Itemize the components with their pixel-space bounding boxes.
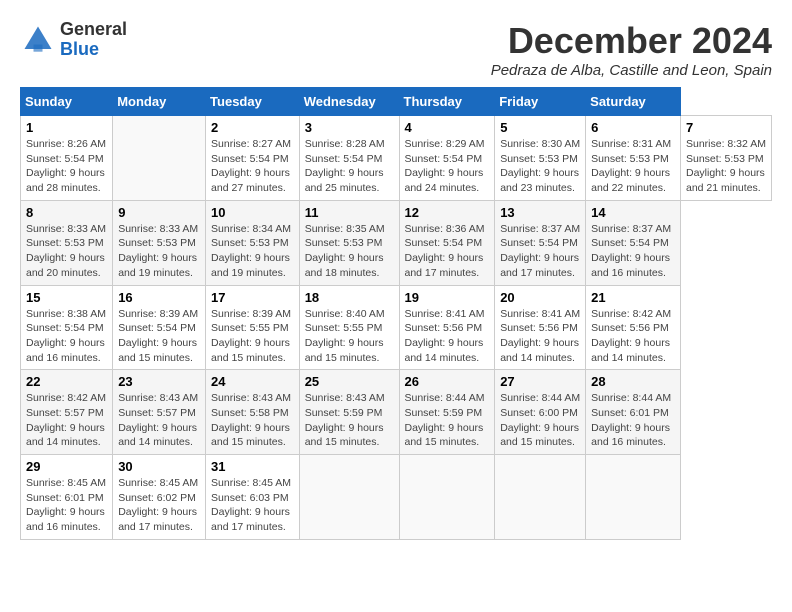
day-4: 4Sunrise: 8:29 AMSunset: 5:54 PMDaylight… xyxy=(399,116,495,201)
day-26: 26Sunrise: 8:44 AMSunset: 5:59 PMDayligh… xyxy=(399,370,495,455)
day-28: 28Sunrise: 8:44 AMSunset: 6:01 PMDayligh… xyxy=(586,370,681,455)
header-wednesday: Wednesday xyxy=(299,88,399,116)
logo-icon xyxy=(20,22,56,58)
day-20: 20Sunrise: 8:41 AMSunset: 5:56 PMDayligh… xyxy=(495,285,586,370)
day-15: 15Sunrise: 8:38 AMSunset: 5:54 PMDayligh… xyxy=(21,285,113,370)
day-3: 3Sunrise: 8:28 AMSunset: 5:54 PMDaylight… xyxy=(299,116,399,201)
day-18: 18Sunrise: 8:40 AMSunset: 5:55 PMDayligh… xyxy=(299,285,399,370)
day-27: 27Sunrise: 8:44 AMSunset: 6:00 PMDayligh… xyxy=(495,370,586,455)
day-31: 31Sunrise: 8:45 AMSunset: 6:03 PMDayligh… xyxy=(206,455,300,540)
header-saturday: Saturday xyxy=(586,88,681,116)
title-area: December 2024 Pedraza de Alba, Castille … xyxy=(491,20,772,79)
logo-blue-text: Blue xyxy=(60,40,127,60)
header-monday: Monday xyxy=(113,88,206,116)
day-25: 25Sunrise: 8:43 AMSunset: 5:59 PMDayligh… xyxy=(299,370,399,455)
day-2: 2Sunrise: 8:27 AMSunset: 5:54 PMDaylight… xyxy=(206,116,300,201)
empty-day xyxy=(399,455,495,540)
calendar-week-4: 22Sunrise: 8:42 AMSunset: 5:57 PMDayligh… xyxy=(21,370,772,455)
month-title: December 2024 xyxy=(491,20,772,62)
page-header: General Blue December 2024 Pedraza de Al… xyxy=(20,20,772,79)
calendar-week-3: 15Sunrise: 8:38 AMSunset: 5:54 PMDayligh… xyxy=(21,285,772,370)
empty-day xyxy=(586,455,681,540)
calendar-header-row: Sunday Monday Tuesday Wednesday Thursday… xyxy=(21,88,772,116)
empty-day xyxy=(299,455,399,540)
day-24: 24Sunrise: 8:43 AMSunset: 5:58 PMDayligh… xyxy=(206,370,300,455)
location-title: Pedraza de Alba, Castille and Leon, Spai… xyxy=(491,62,772,79)
day-7: 7Sunrise: 8:32 AMSunset: 5:53 PMDaylight… xyxy=(680,116,771,201)
calendar-week-1: 1Sunrise: 8:26 AMSunset: 5:54 PMDaylight… xyxy=(21,116,772,201)
day-1: 1Sunrise: 8:26 AMSunset: 5:54 PMDaylight… xyxy=(21,116,113,201)
day-22: 22Sunrise: 8:42 AMSunset: 5:57 PMDayligh… xyxy=(21,370,113,455)
header-tuesday: Tuesday xyxy=(206,88,300,116)
empty-day xyxy=(495,455,586,540)
day-8: 8Sunrise: 8:33 AMSunset: 5:53 PMDaylight… xyxy=(21,200,113,285)
header-sunday: Sunday xyxy=(21,88,113,116)
day-11: 11Sunrise: 8:35 AMSunset: 5:53 PMDayligh… xyxy=(299,200,399,285)
day-21: 21Sunrise: 8:42 AMSunset: 5:56 PMDayligh… xyxy=(586,285,681,370)
day-16: 16Sunrise: 8:39 AMSunset: 5:54 PMDayligh… xyxy=(113,285,206,370)
day-6: 6Sunrise: 8:31 AMSunset: 5:53 PMDaylight… xyxy=(586,116,681,201)
day-12: 12Sunrise: 8:36 AMSunset: 5:54 PMDayligh… xyxy=(399,200,495,285)
day-29: 29Sunrise: 8:45 AMSunset: 6:01 PMDayligh… xyxy=(21,455,113,540)
header-thursday: Thursday xyxy=(399,88,495,116)
logo: General Blue xyxy=(20,20,127,60)
logo-general-text: General xyxy=(60,20,127,40)
day-10: 10Sunrise: 8:34 AMSunset: 5:53 PMDayligh… xyxy=(206,200,300,285)
day-30: 30Sunrise: 8:45 AMSunset: 6:02 PMDayligh… xyxy=(113,455,206,540)
day-17: 17Sunrise: 8:39 AMSunset: 5:55 PMDayligh… xyxy=(206,285,300,370)
day-14: 14Sunrise: 8:37 AMSunset: 5:54 PMDayligh… xyxy=(586,200,681,285)
day-19: 19Sunrise: 8:41 AMSunset: 5:56 PMDayligh… xyxy=(399,285,495,370)
day-9: 9Sunrise: 8:33 AMSunset: 5:53 PMDaylight… xyxy=(113,200,206,285)
day-5: 5Sunrise: 8:30 AMSunset: 5:53 PMDaylight… xyxy=(495,116,586,201)
header-friday: Friday xyxy=(495,88,586,116)
calendar-week-5: 29Sunrise: 8:45 AMSunset: 6:01 PMDayligh… xyxy=(21,455,772,540)
day-empty xyxy=(113,116,206,201)
calendar-table: Sunday Monday Tuesday Wednesday Thursday… xyxy=(20,87,772,540)
day-23: 23Sunrise: 8:43 AMSunset: 5:57 PMDayligh… xyxy=(113,370,206,455)
day-13: 13Sunrise: 8:37 AMSunset: 5:54 PMDayligh… xyxy=(495,200,586,285)
calendar-week-2: 8Sunrise: 8:33 AMSunset: 5:53 PMDaylight… xyxy=(21,200,772,285)
